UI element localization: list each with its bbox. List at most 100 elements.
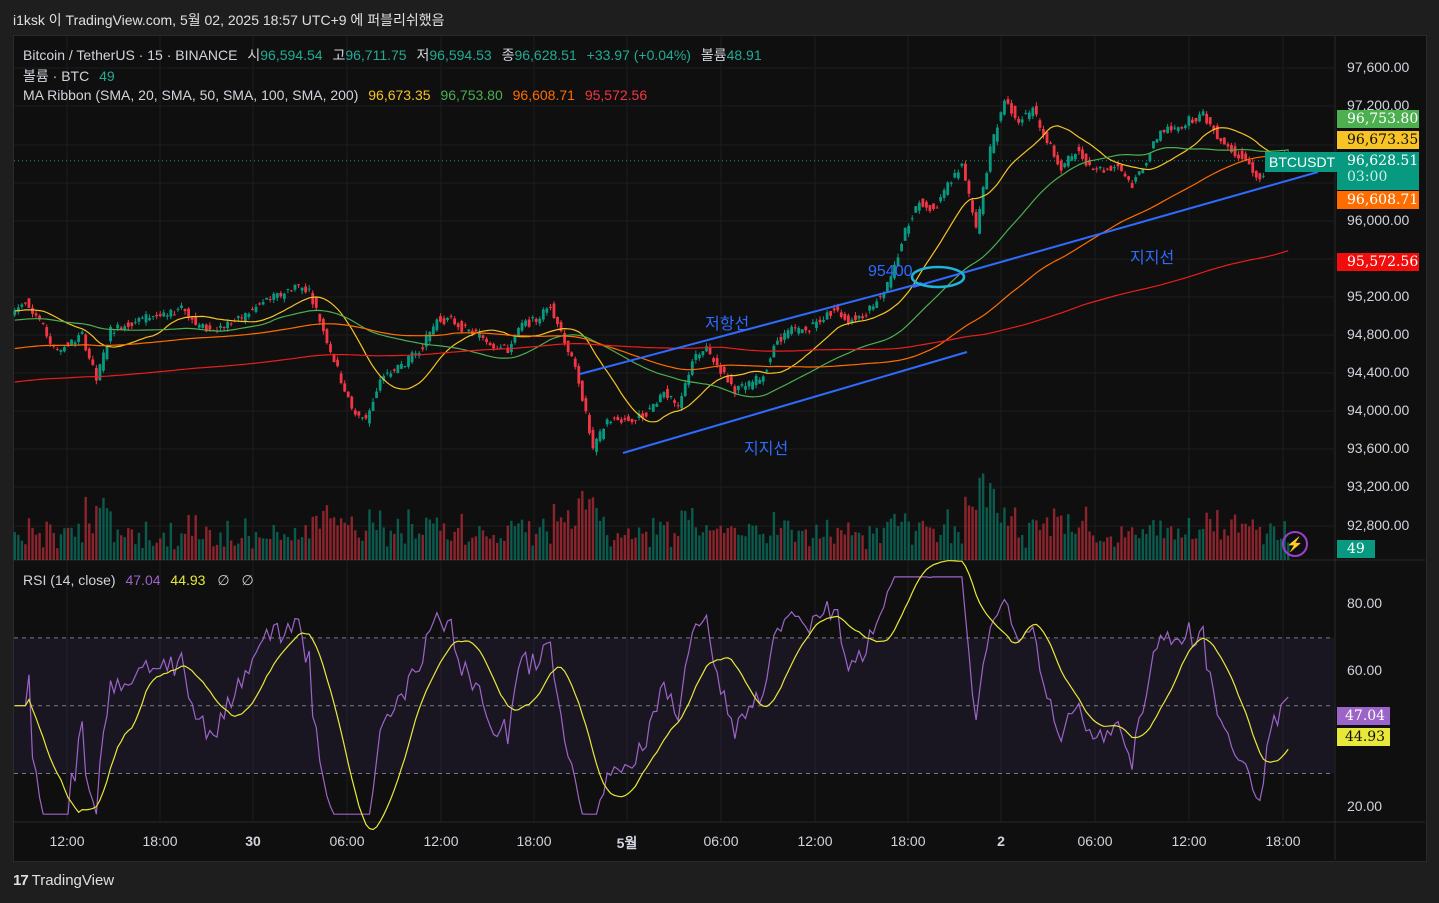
candle-body	[843, 313, 847, 320]
volume-bar	[793, 541, 797, 560]
volume-bar	[307, 538, 311, 560]
volume-bar	[315, 515, 318, 560]
bar-countdown: 03:00	[1347, 169, 1388, 185]
candle-body	[658, 394, 662, 403]
candle-body	[499, 347, 503, 349]
candle-body	[683, 383, 687, 396]
volume-bar	[499, 538, 502, 560]
level-annotation[interactable]: 95400	[868, 263, 913, 281]
volume-bar	[1017, 537, 1020, 560]
candle-body	[900, 243, 903, 252]
candle-body	[162, 312, 166, 317]
candle-body	[1244, 153, 1248, 161]
volume-bar	[765, 543, 768, 560]
candle-body	[325, 329, 329, 344]
candle-body	[797, 327, 801, 334]
volume-bar	[613, 540, 616, 560]
volume-bar	[630, 539, 634, 560]
support-annotation[interactable]: 지지선	[744, 435, 788, 459]
candle-body	[385, 372, 389, 374]
volume-bar	[325, 505, 329, 560]
volume-title[interactable]: 볼륨 · BTC	[23, 68, 89, 84]
candle-body	[832, 308, 836, 311]
candle-body	[669, 396, 673, 398]
volume-bar	[641, 533, 644, 560]
volume-bar	[495, 542, 499, 560]
volume-bar	[52, 533, 55, 560]
volume-bar	[123, 537, 126, 560]
candle-body	[1219, 138, 1223, 142]
rsi-title[interactable]: RSI (14, close)	[23, 572, 116, 588]
volume-bar	[620, 537, 623, 560]
candle-body	[1251, 162, 1255, 173]
candle-body	[460, 321, 464, 332]
volume-bar	[634, 537, 637, 560]
candle-body	[1045, 131, 1049, 144]
time-tick-label: 12:00	[797, 833, 833, 849]
candle-body	[208, 325, 212, 330]
volume-bar	[456, 528, 460, 560]
candle-body	[485, 338, 488, 343]
time-tick-label: 12:00	[423, 833, 459, 849]
volume-bar	[811, 537, 815, 560]
candle-body	[925, 201, 928, 208]
support-annotation-2[interactable]: 지지선	[1130, 244, 1174, 268]
candle-body	[194, 316, 198, 325]
ma100-value: 96,608.71	[512, 87, 575, 103]
candle-body	[1191, 119, 1194, 123]
volume-bar	[1145, 534, 1148, 560]
candle-body	[786, 330, 790, 338]
candle-body	[619, 419, 623, 423]
chart-canvas[interactable]	[0, 0, 1439, 903]
price-tick-label: 94,400.00	[1347, 364, 1410, 380]
ma50-line	[14, 147, 1289, 398]
candle-body	[1070, 156, 1074, 161]
candle-body	[956, 172, 960, 179]
candle-body	[165, 315, 169, 317]
volume-bar	[591, 497, 595, 560]
candle-body	[474, 329, 478, 332]
candle-body	[240, 317, 244, 319]
tradingview-logo[interactable]: 17 TradingView	[13, 872, 114, 889]
candle-body	[818, 319, 822, 323]
volume-bar	[772, 512, 776, 560]
volume-legend: 볼륨 · BTC 49	[23, 66, 115, 86]
candle-body	[815, 321, 818, 328]
resistance-annotation[interactable]: 저항선	[705, 310, 749, 334]
candle-body	[371, 401, 375, 411]
candle-body	[719, 365, 723, 374]
candle-body	[747, 381, 751, 387]
candle-body	[467, 329, 471, 332]
volume-bar	[205, 526, 208, 560]
candle-body	[1095, 168, 1099, 170]
volume-bar	[545, 531, 549, 560]
volume-bar	[503, 540, 506, 560]
volume-bar	[428, 519, 431, 560]
symbol-title[interactable]: Bitcoin / TetherUS · 15 · BINANCE	[23, 47, 237, 63]
volume-bar	[527, 521, 531, 560]
rsi-tick-label: 80.00	[1347, 595, 1383, 611]
candle-body	[1027, 112, 1031, 120]
candle-body	[949, 182, 953, 184]
candle-body	[410, 352, 414, 363]
volume-bar	[719, 525, 722, 560]
candle-body	[910, 218, 914, 220]
volume-bar	[410, 524, 414, 560]
volume-bar	[691, 508, 694, 560]
volume-bar	[790, 529, 793, 560]
volume-bar	[343, 522, 346, 560]
volume-bar	[1006, 525, 1010, 560]
candle-body	[534, 318, 538, 322]
time-tick-label: 18:00	[890, 833, 926, 849]
volume-bar	[847, 522, 850, 560]
volume-bar	[740, 535, 744, 560]
candle-body	[456, 323, 460, 328]
candle-body	[807, 330, 811, 332]
price-tick-label: 94,800.00	[1347, 326, 1410, 342]
candle-body	[1091, 168, 1095, 171]
volume-bar	[481, 530, 485, 560]
volume-bar	[506, 525, 510, 560]
ma-title[interactable]: MA Ribbon (SMA, 20, SMA, 50, SMA, 100, S…	[23, 87, 358, 103]
time-tick-label: 18:00	[142, 833, 178, 849]
lightning-icon[interactable]: ⚡	[1282, 531, 1308, 557]
